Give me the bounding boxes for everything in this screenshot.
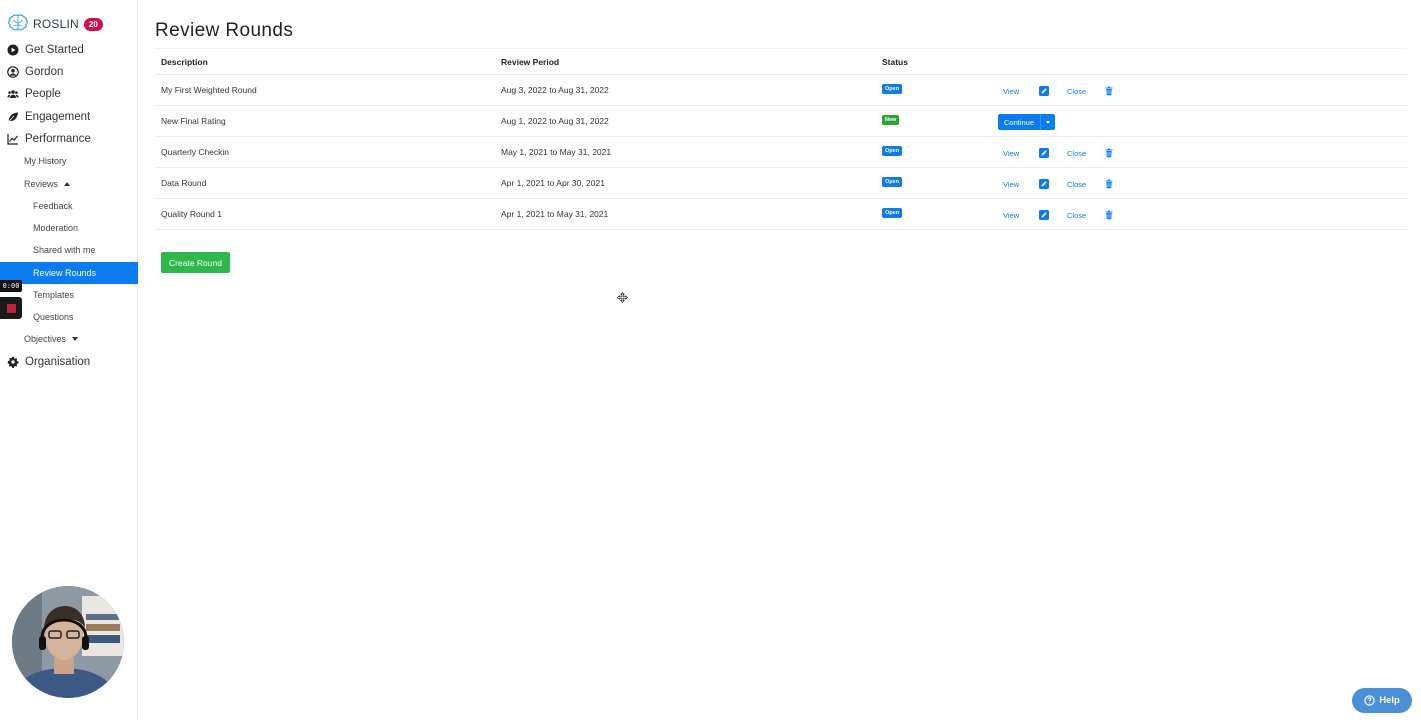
trash-icon[interactable]	[1104, 210, 1114, 220]
sidebar-item-label: Templates	[33, 290, 75, 300]
user-circle-icon	[7, 66, 19, 78]
close-link[interactable]: Close	[1067, 149, 1086, 158]
column-header-description: Description	[161, 57, 208, 67]
table-row: Data Round Apr 1, 2021 to Apr 30, 2021 O…	[155, 168, 1407, 199]
gear-icon	[7, 356, 19, 368]
sidebar-item-label: Performance	[25, 133, 91, 145]
row-review-period: Apr 1, 2021 to May 31, 2021	[501, 209, 609, 219]
sidebar-item-gordon[interactable]: Gordon	[0, 61, 138, 83]
row-review-period: Aug 3, 2022 to Aug 31, 2022	[501, 85, 609, 95]
continue-split-button: Continue	[998, 114, 1056, 130]
edit-icon[interactable]	[1039, 179, 1049, 189]
sidebar-item-label: Engagement	[25, 111, 91, 123]
caret-up-icon	[64, 182, 71, 186]
help-label: Help	[1379, 695, 1400, 706]
status-badge: Open	[882, 208, 903, 218]
users-icon	[7, 90, 19, 98]
column-header-review-period: Review Period	[501, 57, 560, 67]
close-link[interactable]: Close	[1067, 180, 1086, 189]
table-row: Quality Round 1 Apr 1, 2021 to May 31, 2…	[155, 199, 1407, 230]
sidebar-item-people[interactable]: People	[0, 83, 138, 105]
table-header: Description Review Period Status	[155, 48, 1407, 75]
sidebar-item-label: Feedback	[33, 201, 73, 211]
sidebar-item-label: People	[25, 88, 61, 100]
row-review-period: May 1, 2021 to May 31, 2021	[501, 147, 612, 157]
table-row: My First Weighted Round Aug 3, 2022 to A…	[155, 75, 1407, 106]
row-review-period: Apr 1, 2021 to Apr 30, 2021	[501, 178, 605, 188]
line-chart-icon	[7, 134, 18, 145]
page-title: Review Rounds	[155, 20, 294, 41]
trash-icon[interactable]	[1104, 148, 1114, 158]
sidebar-item-label: Moderation	[33, 223, 79, 233]
row-description: Quality Round 1	[161, 209, 222, 219]
question-circle-icon	[1364, 695, 1375, 706]
sidebar-item-label: Get Started	[25, 44, 84, 56]
review-rounds-table: Description Review Period Status My Firs…	[155, 48, 1407, 230]
brand[interactable]: ROSLIN 20	[7, 13, 103, 35]
sidebar-item-label: Gordon	[25, 66, 64, 78]
create-round-button[interactable]: Create Round	[161, 252, 230, 273]
row-review-period: Aug 1, 2022 to Aug 31, 2022	[501, 116, 609, 126]
sidebar-item-label: My History	[24, 156, 67, 166]
sidebar-item-my-history[interactable]: My History	[0, 150, 138, 172]
column-header-status: Status	[882, 57, 908, 67]
trash-icon[interactable]	[1104, 179, 1114, 189]
brand-name: ROSLIN	[33, 17, 79, 31]
sidebar-item-performance[interactable]: Performance	[0, 128, 138, 150]
table-row: New Final Rating Aug 1, 2022 to Aug 31, …	[155, 106, 1407, 137]
edit-icon[interactable]	[1039, 210, 1049, 220]
webcam-person-image	[12, 586, 124, 698]
sidebar-item-label: Questions	[33, 312, 74, 322]
caret-down-icon	[72, 337, 79, 341]
row-description: Data Round	[161, 178, 207, 188]
row-description: My First Weighted Round	[161, 85, 257, 95]
sidebar-item-label: Reviews	[24, 179, 59, 189]
sidebar-item-objectives[interactable]: Objectives	[0, 328, 138, 350]
stop-recording-button[interactable]	[0, 297, 22, 319]
sidebar-item-label: Shared with me	[33, 245, 96, 255]
sidebar-item-shared-with-me[interactable]: Shared with me	[0, 239, 138, 261]
play-circle-icon	[7, 44, 19, 56]
recording-timer: 0:00	[0, 280, 22, 292]
move-cursor-icon	[617, 292, 628, 303]
close-link[interactable]: Close	[1067, 211, 1086, 220]
sidebar-item-get-started[interactable]: Get Started	[0, 39, 138, 61]
status-badge: Open	[882, 84, 903, 94]
row-description: Quarterly Checkin	[161, 147, 230, 157]
status-badge: New	[882, 115, 900, 125]
continue-dropdown-toggle[interactable]	[1041, 114, 1055, 130]
help-button[interactable]: Help	[1352, 688, 1412, 713]
row-description: New Final Rating	[161, 116, 226, 126]
leaf-icon	[8, 112, 18, 122]
edit-icon[interactable]	[1039, 148, 1049, 158]
sidebar-item-feedback[interactable]: Feedback	[0, 195, 138, 217]
close-link[interactable]: Close	[1067, 87, 1086, 96]
view-link[interactable]: View	[1003, 211, 1019, 220]
sidebar-item-label: Organisation	[25, 356, 91, 368]
trash-icon[interactable]	[1104, 86, 1114, 96]
view-link[interactable]: View	[1003, 149, 1019, 158]
edit-icon[interactable]	[1039, 86, 1049, 96]
sidebar-item-reviews[interactable]: Reviews	[0, 173, 138, 195]
notification-badge[interactable]: 20	[83, 17, 103, 31]
continue-button[interactable]: Continue	[998, 114, 1042, 130]
sidebar-item-organisation[interactable]: Organisation	[0, 351, 138, 373]
view-link[interactable]: View	[1003, 87, 1019, 96]
sidebar-item-label: Objectives	[24, 334, 67, 344]
status-badge: Open	[882, 146, 903, 156]
table-row: Quarterly Checkin May 1, 2021 to May 31,…	[155, 137, 1407, 168]
sidebar-item-engagement[interactable]: Engagement	[0, 106, 138, 128]
sidebar-item-moderation[interactable]: Moderation	[0, 217, 138, 239]
sidebar-item-label: Review Rounds	[33, 268, 97, 278]
brain-logo-icon	[8, 14, 28, 31]
stop-icon	[6, 303, 16, 313]
webcam-video	[12, 586, 124, 698]
caret-down-icon	[1046, 120, 1051, 124]
status-badge: Open	[882, 177, 903, 187]
view-link[interactable]: View	[1003, 180, 1019, 189]
